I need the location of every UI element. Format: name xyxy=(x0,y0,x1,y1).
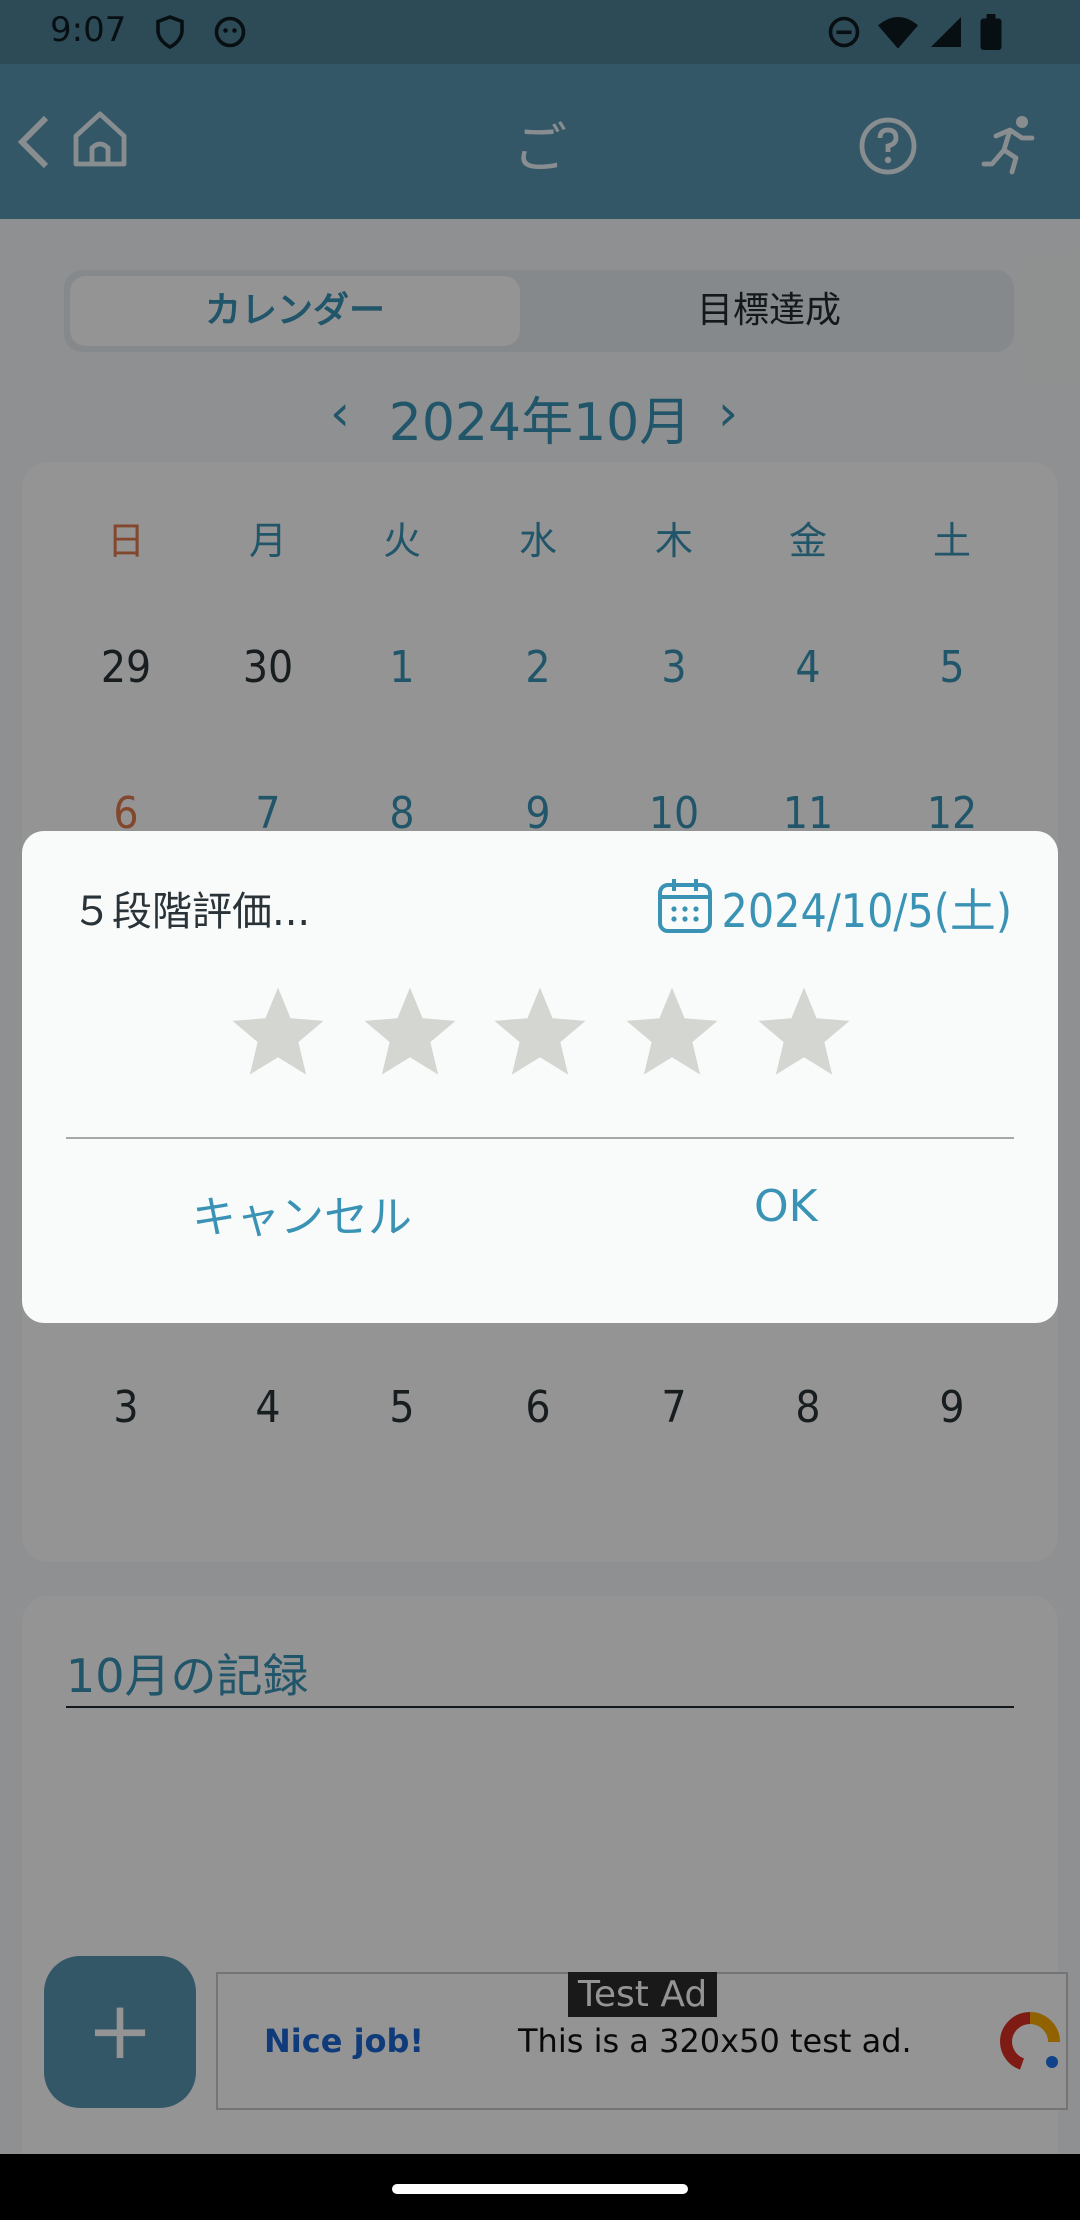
star-1-icon[interactable] xyxy=(226,981,330,1085)
rating-dialog: ５段階評価... 2024/10/5(土) キャンセル OK xyxy=(22,831,1058,1323)
star-3-icon[interactable] xyxy=(488,981,592,1085)
system-nav-bar xyxy=(0,2154,1080,2220)
ok-button[interactable]: OK xyxy=(754,1181,818,1232)
star-2-icon[interactable] xyxy=(358,981,462,1085)
dialog-date: 2024/10/5(土) xyxy=(721,884,1012,938)
home-gesture-handle[interactable] xyxy=(392,2184,688,2194)
cancel-button[interactable]: キャンセル xyxy=(192,1181,412,1245)
star-5-icon[interactable] xyxy=(752,981,856,1085)
star-4-icon[interactable] xyxy=(620,981,724,1085)
dialog-title: ５段階評価... xyxy=(72,889,311,935)
star-rating xyxy=(22,981,1058,1091)
calendar-icon xyxy=(656,875,714,935)
dialog-divider xyxy=(66,1137,1014,1139)
